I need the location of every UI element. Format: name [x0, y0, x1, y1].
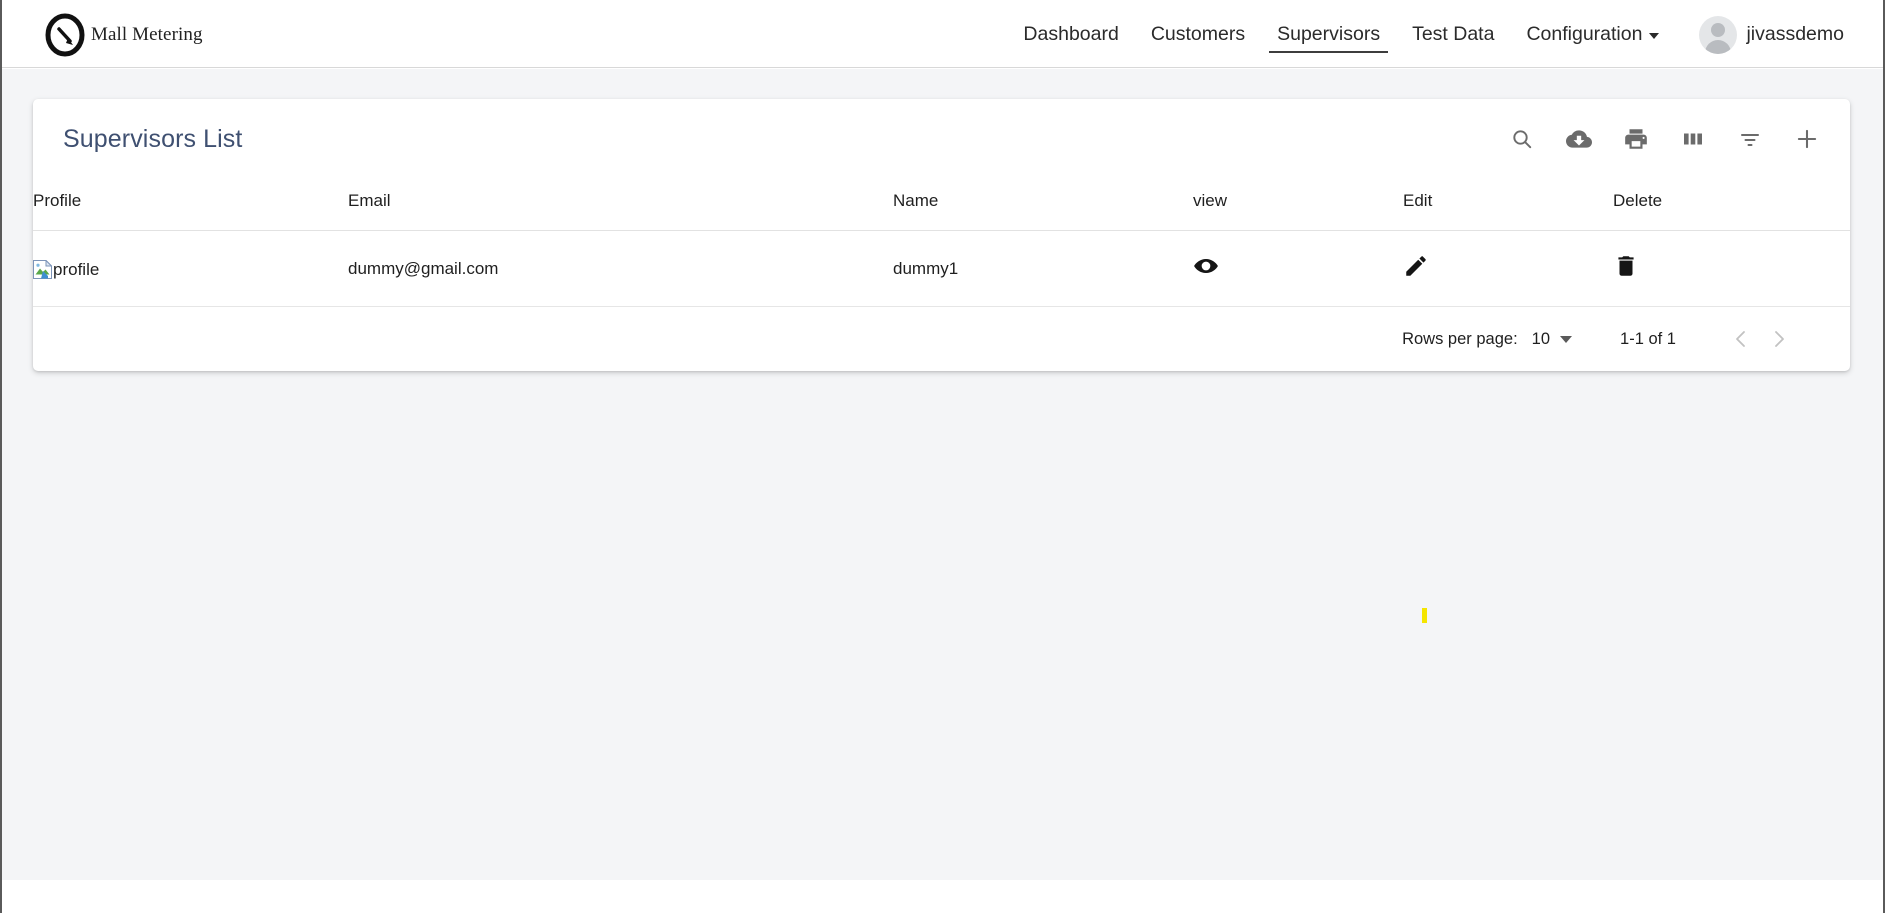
- supervisors-card: Supervisors List Profile Email Name view…: [33, 99, 1850, 371]
- search-button[interactable]: [1507, 124, 1537, 154]
- table-header-row: Profile Email Name view Edit Delete: [33, 177, 1850, 231]
- cell-name: dummy1: [893, 230, 1193, 307]
- add-icon: [1794, 126, 1820, 152]
- top-navbar: Mall Metering Dashboard Customers Superv…: [2, 2, 1883, 68]
- view-column-icon: [1681, 127, 1705, 151]
- eye-icon: [1193, 253, 1219, 279]
- cell-view: [1193, 230, 1403, 307]
- app-window: Mall Metering Dashboard Customers Superv…: [0, 0, 1885, 913]
- user-avatar-icon: [1699, 15, 1738, 54]
- rows-per-page-value: 10: [1531, 329, 1551, 348]
- nav-item-dashboard[interactable]: Dashboard: [1007, 2, 1134, 67]
- add-button[interactable]: [1792, 124, 1822, 154]
- column-header-edit[interactable]: Edit: [1403, 177, 1613, 231]
- broken-image-icon: [33, 258, 53, 279]
- trash-icon: [1618, 256, 1634, 276]
- cell-email: dummy@gmail.com: [348, 230, 893, 307]
- table-row: profile dummy@gmail.com dummy1: [33, 230, 1850, 307]
- user-name-label: jivassdemo: [1746, 23, 1844, 45]
- page-content: Supervisors List Profile Email Name view…: [2, 69, 1883, 880]
- search-icon: [1510, 127, 1534, 151]
- edit-button[interactable]: [1403, 253, 1429, 279]
- pencil-icon: [1406, 256, 1426, 276]
- view-button[interactable]: [1193, 253, 1219, 279]
- nav-item-label: Configuration: [1526, 22, 1643, 45]
- pagination-range-label: 1-1 of 1: [1620, 329, 1676, 348]
- nav-item-label: Dashboard: [1023, 22, 1119, 45]
- yellow-marker: [1422, 608, 1427, 623]
- nav-item-supervisors[interactable]: Supervisors: [1261, 2, 1396, 67]
- broken-image-placeholder: profile: [33, 258, 100, 279]
- main-nav: Dashboard Customers Supervisors Test Dat…: [1007, 2, 1675, 67]
- column-header-profile[interactable]: Profile: [33, 177, 348, 231]
- table-paginator: Rows per page: 10 1-1 of 1: [33, 307, 1850, 371]
- nav-item-label: Customers: [1150, 22, 1246, 45]
- brand-name: Mall Metering: [91, 23, 203, 45]
- next-page-button[interactable]: [1760, 320, 1798, 358]
- gauge-meter-icon: [42, 12, 88, 58]
- print-icon: [1623, 126, 1649, 152]
- card-header: Supervisors List: [33, 99, 1850, 177]
- cloud-download-icon: [1566, 126, 1592, 152]
- chevron-down-icon: [1649, 32, 1660, 39]
- brand-logo-link[interactable]: Mall Metering: [42, 2, 203, 67]
- cell-edit: [1403, 230, 1613, 307]
- delete-button[interactable]: [1613, 253, 1639, 279]
- chevron-right-icon: [1767, 327, 1791, 351]
- column-header-view[interactable]: view: [1193, 177, 1403, 231]
- filter-list-icon: [1738, 127, 1762, 151]
- cell-delete: [1613, 230, 1850, 307]
- bottom-strip: [2, 880, 1883, 913]
- column-header-email[interactable]: Email: [348, 177, 893, 231]
- print-button[interactable]: [1621, 124, 1651, 154]
- column-header-name[interactable]: Name: [893, 177, 1193, 231]
- chevron-left-icon: [1729, 327, 1753, 351]
- columns-button[interactable]: [1678, 124, 1708, 154]
- supervisors-table: Profile Email Name view Edit Delete prof…: [33, 177, 1850, 307]
- nav-item-label: Supervisors: [1277, 22, 1381, 45]
- navbar-right: Dashboard Customers Supervisors Test Dat…: [1007, 2, 1853, 67]
- previous-page-button[interactable]: [1722, 320, 1760, 358]
- rows-per-page-label: Rows per page:: [1402, 329, 1518, 348]
- profile-alt-text: profile: [53, 259, 100, 279]
- nav-item-test-data[interactable]: Test Data: [1396, 2, 1510, 67]
- download-button[interactable]: [1564, 124, 1594, 154]
- nav-item-configuration[interactable]: Configuration: [1510, 2, 1675, 67]
- cell-profile: profile: [33, 230, 348, 307]
- table-toolbar: [1507, 124, 1822, 154]
- page-title: Supervisors List: [63, 124, 243, 153]
- nav-item-label: Test Data: [1412, 22, 1495, 45]
- chevron-down-icon: [1560, 335, 1573, 343]
- column-header-delete[interactable]: Delete: [1613, 177, 1850, 231]
- user-menu[interactable]: jivassdemo: [1699, 15, 1853, 54]
- nav-item-customers[interactable]: Customers: [1135, 2, 1261, 67]
- rows-per-page-select[interactable]: 10: [1531, 329, 1573, 349]
- filter-button[interactable]: [1735, 124, 1765, 154]
